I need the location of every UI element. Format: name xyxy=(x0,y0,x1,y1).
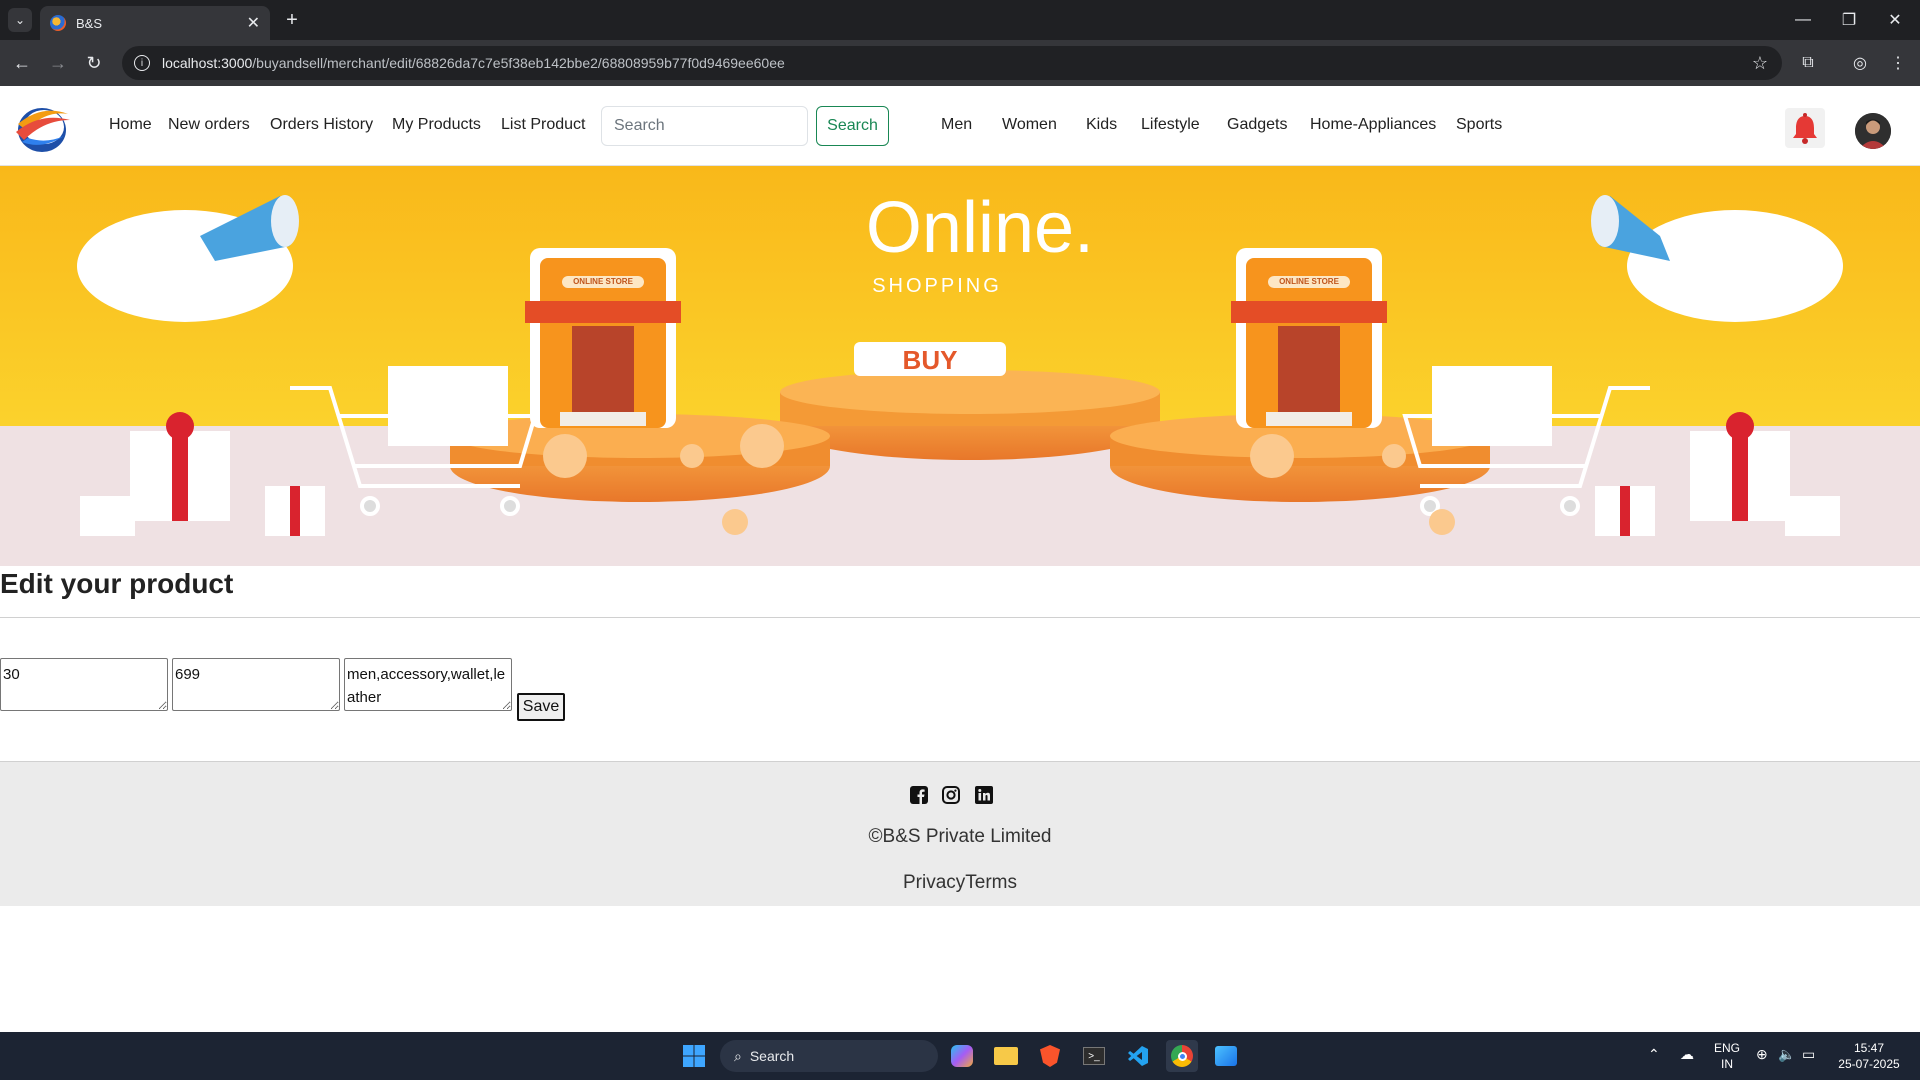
search-input[interactable] xyxy=(601,106,808,146)
forward-arrow-icon[interactable]: → xyxy=(46,51,70,75)
extensions-puzzle-icon[interactable]: ⧉ xyxy=(1796,51,1820,75)
browser-tabstrip: ⌄ B&S ✕ + — ❐ ✕ xyxy=(0,0,1920,40)
language-indicator[interactable]: ENG IN xyxy=(1714,1040,1740,1072)
bookmark-star-icon[interactable]: ☆ xyxy=(1752,53,1768,74)
category-home-appliances[interactable]: Home-Appliances xyxy=(1310,116,1436,134)
onedrive-icon[interactable]: ☁ xyxy=(1680,1046,1694,1062)
product-tags-field[interactable]: men,accessory,wallet,leather xyxy=(344,658,512,711)
address-url: localhost:3000/buyandsell/merchant/edit/… xyxy=(162,55,785,71)
vscode-icon[interactable] xyxy=(1122,1040,1154,1072)
minimize-icon[interactable]: — xyxy=(1780,0,1826,40)
nav-orders-history[interactable]: Orders History xyxy=(270,116,373,134)
volume-icon[interactable]: 🔈 xyxy=(1778,1046,1795,1062)
tab-title: B&S xyxy=(76,15,103,31)
store-sign-right: ONLINE STORE xyxy=(1279,277,1340,286)
brand-logo-icon[interactable] xyxy=(12,100,72,154)
lang-top: ENG xyxy=(1714,1041,1741,1055)
file-explorer-icon[interactable] xyxy=(990,1040,1022,1072)
copilot-icon[interactable] xyxy=(946,1040,978,1072)
shopping-bag-right xyxy=(1432,366,1552,446)
notification-bell-icon[interactable] xyxy=(1785,108,1825,148)
category-men[interactable]: Men xyxy=(941,116,972,134)
page-title: Edit your product xyxy=(0,568,234,599)
brave-browser-icon[interactable] xyxy=(1034,1040,1066,1072)
product-quantity-field[interactable]: 30 xyxy=(0,658,168,711)
category-sports[interactable]: Sports xyxy=(1456,116,1502,134)
profile-icon[interactable]: ◎ xyxy=(1848,51,1872,75)
paint-app-icon[interactable] xyxy=(1210,1040,1242,1072)
new-tab-plus-icon[interactable]: + xyxy=(280,8,304,32)
user-avatar-image xyxy=(1855,113,1891,149)
reload-icon[interactable]: ↻ xyxy=(82,51,106,75)
divider-top xyxy=(0,617,1920,618)
clock-time: 15:47 xyxy=(1853,1041,1885,1055)
shopping-bag-left xyxy=(388,366,508,446)
nav-home[interactable]: Home xyxy=(109,116,152,134)
category-women[interactable]: Women xyxy=(1002,116,1057,134)
battery-icon[interactable]: ▭ xyxy=(1802,1046,1815,1062)
site-footer: ©B&S Private Limited PrivacyTerms xyxy=(0,762,1920,906)
search-button[interactable]: Search xyxy=(816,106,889,146)
category-gadgets[interactable]: Gadgets xyxy=(1227,116,1287,134)
store-left xyxy=(525,248,681,428)
window-close-icon[interactable]: ✕ xyxy=(1872,0,1918,40)
browser-menu-icon[interactable]: ⋮ xyxy=(1886,51,1910,75)
restore-icon[interactable]: ❐ xyxy=(1826,0,1872,40)
promo-banner: ONLINE STORE ONLINE STORE Online. SHOPPI… xyxy=(0,166,1920,566)
clock[interactable]: 15:47 25-07-2025 xyxy=(1828,1040,1910,1072)
tab-search-chevron-icon[interactable]: ⌄ xyxy=(8,8,32,32)
store-sign-left: ONLINE STORE xyxy=(573,277,634,286)
facebook-icon[interactable] xyxy=(910,786,928,804)
address-bar[interactable]: i localhost:3000/buyandsell/merchant/edi… xyxy=(122,46,1782,80)
clock-date: 25-07-2025 xyxy=(1838,1057,1900,1071)
browser-toolbar: ← → ↻ i localhost:3000/buyandsell/mercha… xyxy=(0,40,1920,86)
nav-new-orders[interactable]: New orders xyxy=(168,116,250,134)
windows-taskbar: ⌕ Search >_ ⌃ ☁ ENG IN ⊕ 🔈 ▭ 15:47 25-07-2… xyxy=(0,1032,1920,1080)
banner-headline: Online. xyxy=(866,188,1094,268)
user-avatar[interactable] xyxy=(1855,113,1891,149)
banner-cta-text: BUY xyxy=(903,345,958,375)
save-button[interactable]: Save xyxy=(517,693,565,721)
speech-bubble-right xyxy=(1627,210,1843,322)
url-host: localhost:3000 xyxy=(162,55,253,71)
lang-bottom: IN xyxy=(1721,1057,1733,1071)
close-tab-icon[interactable]: ✕ xyxy=(247,13,260,33)
instagram-icon[interactable] xyxy=(942,786,960,804)
windows-logo-icon xyxy=(683,1045,705,1067)
back-arrow-icon[interactable]: ← xyxy=(10,51,34,75)
site-favicon-icon xyxy=(50,15,66,31)
category-kids[interactable]: Kids xyxy=(1086,116,1117,134)
nav-list-product[interactable]: List Product xyxy=(501,116,585,134)
linkedin-icon[interactable] xyxy=(975,786,993,804)
url-path: /buyandsell/merchant/edit/68826da7c7e5f3… xyxy=(252,55,785,71)
browser-tab[interactable]: B&S ✕ xyxy=(40,6,270,40)
site-navbar: Home New orders Orders History My Produc… xyxy=(0,86,1920,166)
category-lifestyle[interactable]: Lifestyle xyxy=(1141,116,1200,134)
chrome-icon[interactable] xyxy=(1166,1040,1198,1072)
taskbar-search[interactable]: ⌕ Search xyxy=(720,1040,938,1072)
nav-my-products[interactable]: My Products xyxy=(392,116,481,134)
privacy-terms-links[interactable]: PrivacyTerms xyxy=(0,872,1920,894)
windows-start-icon[interactable] xyxy=(678,1040,710,1072)
site-info-icon[interactable]: i xyxy=(134,55,150,71)
store-right xyxy=(1231,248,1387,428)
taskbar-search-icon: ⌕ xyxy=(734,1047,742,1064)
terminal-icon[interactable]: >_ xyxy=(1078,1040,1110,1072)
banner-illustration: ONLINE STORE ONLINE STORE Online. SHOPPI… xyxy=(0,166,1920,566)
network-icon[interactable]: ⊕ xyxy=(1756,1046,1768,1062)
banner-subhead: SHOPPING xyxy=(872,275,1002,297)
copyright-text: ©B&S Private Limited xyxy=(868,826,1052,847)
tray-chevron-up-icon[interactable]: ⌃ xyxy=(1648,1046,1660,1062)
product-price-field[interactable]: 699 xyxy=(172,658,340,711)
taskbar-search-label: Search xyxy=(749,1048,795,1064)
